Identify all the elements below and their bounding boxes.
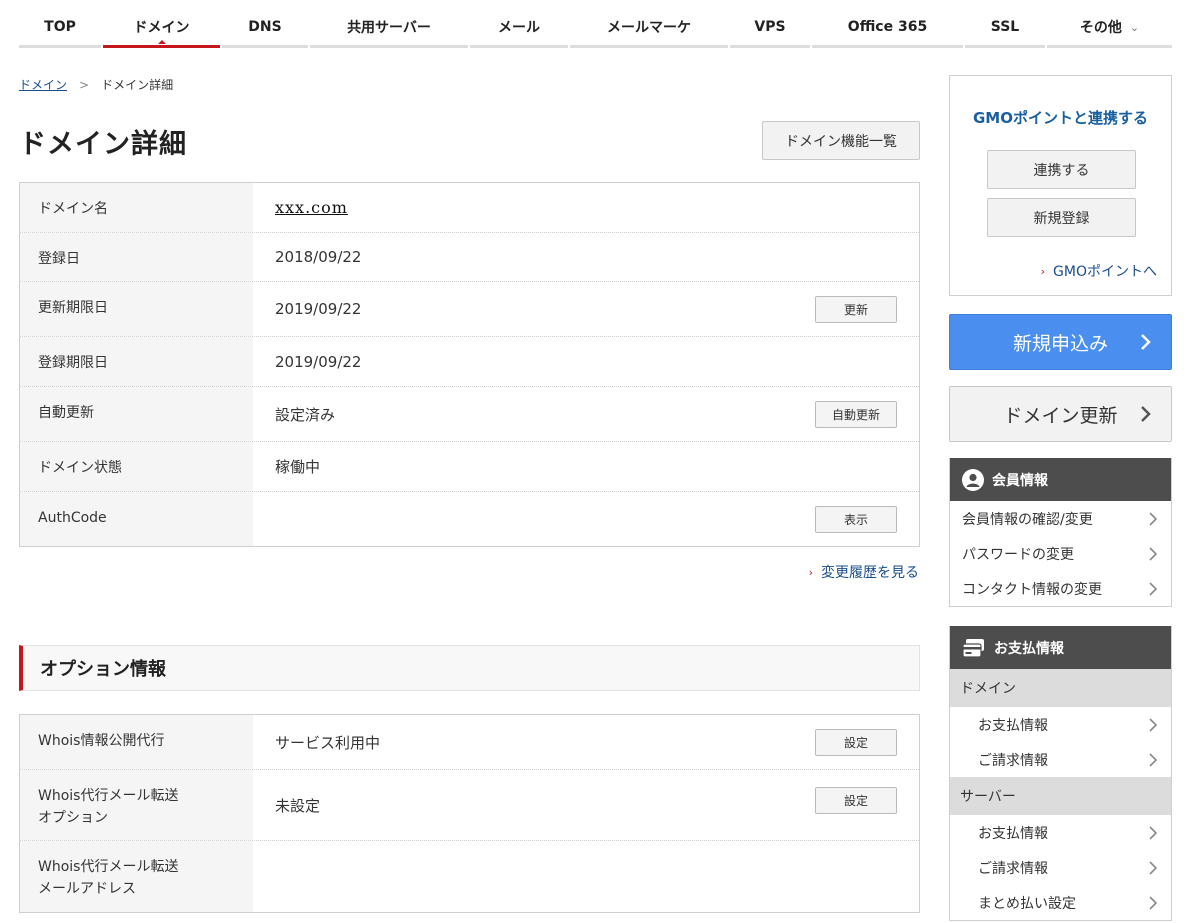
member-info-header: 会員情報 bbox=[950, 458, 1171, 501]
member-info-edit-link[interactable]: 会員情報の確認/変更 bbox=[950, 501, 1171, 536]
renew-button[interactable]: 更新 bbox=[815, 296, 897, 323]
table-row: AuthCode 表示 bbox=[20, 492, 919, 546]
chevron-right-icon bbox=[1149, 752, 1158, 767]
domain-payment-info-link[interactable]: お支払情報 bbox=[950, 707, 1171, 742]
gmo-point-box: GMOポイントと連携する 連携する 新規登録 › GMOポイントへ bbox=[949, 75, 1172, 296]
password-change-link[interactable]: パスワードの変更 bbox=[950, 536, 1171, 571]
row-label: Whois代行メール転送 オプション bbox=[20, 770, 253, 840]
chevron-right-icon bbox=[1149, 895, 1158, 910]
chevron-down-icon: ⌄ bbox=[1129, 20, 1140, 34]
change-history-link[interactable]: › 変更履歴を見る bbox=[809, 562, 919, 582]
chevron-right-icon: › bbox=[1040, 264, 1046, 278]
domain-billing-info-link[interactable]: ご請求情報 bbox=[950, 742, 1171, 777]
payment-group-server: サーバー bbox=[950, 777, 1171, 815]
tab-ssl[interactable]: SSL bbox=[965, 9, 1045, 48]
registration-deadline-value: 2019/09/22 bbox=[275, 352, 362, 371]
server-payment-info-link[interactable]: お支払情報 bbox=[950, 815, 1171, 850]
table-row: 更新期限日 2019/09/22 更新 bbox=[20, 282, 919, 337]
breadcrumb-current: ドメイン詳細 bbox=[101, 78, 174, 92]
row-label: ドメイン名 bbox=[20, 183, 253, 232]
row-label: Whois情報公開代行 bbox=[20, 715, 253, 769]
chevron-right-icon bbox=[1149, 860, 1158, 875]
row-label: 登録期限日 bbox=[20, 337, 253, 386]
show-authcode-button[interactable]: 表示 bbox=[815, 506, 897, 533]
row-label: ドメイン状態 bbox=[20, 442, 253, 491]
new-application-button[interactable]: 新規申込み bbox=[949, 314, 1172, 370]
chevron-right-icon bbox=[1149, 581, 1158, 596]
table-row: Whois代行メール転送 オプション 未設定 設定 bbox=[20, 770, 919, 841]
consolidated-payment-link[interactable]: まとめ払い設定 bbox=[950, 885, 1171, 920]
row-label: 登録日 bbox=[20, 233, 253, 281]
chevron-right-icon bbox=[1141, 334, 1151, 350]
tab-office365[interactable]: Office 365 bbox=[812, 9, 963, 48]
gmo-point-link[interactable]: › GMOポイントへ bbox=[1041, 261, 1157, 281]
breadcrumb-domain-link[interactable]: ドメイン bbox=[19, 76, 67, 93]
row-label: Whois代行メール転送 メールアドレス bbox=[20, 841, 253, 912]
option-section-title: オプション情報 bbox=[19, 645, 920, 691]
domain-renewal-button[interactable]: ドメイン更新 bbox=[949, 386, 1172, 442]
row-label: 更新期限日 bbox=[20, 282, 253, 336]
table-row: 自動更新 設定済み 自動更新 bbox=[20, 387, 919, 442]
page-title: ドメイン詳細 bbox=[19, 129, 187, 160]
tab-mail[interactable]: メール bbox=[470, 9, 568, 48]
table-row: 登録期限日 2019/09/22 bbox=[20, 337, 919, 387]
chevron-right-icon bbox=[1149, 717, 1158, 732]
tab-mail-marketing[interactable]: メールマーケ bbox=[570, 9, 728, 48]
tab-shared-server[interactable]: 共用サーバー bbox=[310, 9, 468, 48]
gmo-point-title: GMOポイントと連携する bbox=[973, 109, 1148, 127]
row-label: 自動更新 bbox=[20, 387, 253, 441]
table-row: ドメイン状態 稼働中 bbox=[20, 442, 919, 492]
payment-info-header: お支払情報 bbox=[950, 626, 1171, 669]
table-row: Whois代行メール転送 メールアドレス bbox=[20, 841, 919, 912]
credit-card-icon bbox=[962, 638, 984, 658]
mail-forward-settings-button[interactable]: 設定 bbox=[815, 787, 897, 814]
breadcrumb-separator: > bbox=[79, 77, 90, 92]
whois-proxy-value: サービス利用中 bbox=[275, 733, 381, 752]
gmo-register-button[interactable]: 新規登録 bbox=[987, 198, 1136, 237]
chevron-right-icon bbox=[1149, 546, 1158, 561]
domain-name-value: xxx.com bbox=[275, 198, 348, 217]
contact-info-change-link[interactable]: コンタクト情報の変更 bbox=[950, 571, 1171, 606]
auto-renew-value: 設定済み bbox=[275, 405, 336, 424]
table-row: Whois情報公開代行 サービス利用中 設定 bbox=[20, 715, 919, 770]
domain-detail-table: ドメイン名 xxx.com 登録日 2018/09/22 更新期限日 2019/… bbox=[19, 182, 920, 547]
breadcrumb: ドメイン > ドメイン詳細 bbox=[19, 76, 173, 93]
renewal-deadline-value: 2019/09/22 bbox=[275, 300, 362, 318]
tab-domain[interactable]: ドメイン bbox=[103, 9, 220, 48]
top-nav: TOP ドメイン DNS 共用サーバー メール メールマーケ VPS Offic… bbox=[19, 9, 1172, 48]
registration-date-value: 2018/09/22 bbox=[275, 248, 362, 266]
chevron-right-icon bbox=[1149, 511, 1158, 526]
tab-vps[interactable]: VPS bbox=[730, 9, 810, 48]
row-label: AuthCode bbox=[20, 492, 253, 546]
option-table: Whois情報公開代行 サービス利用中 設定 Whois代行メール転送 オプショ… bbox=[19, 714, 920, 913]
auto-renew-button[interactable]: 自動更新 bbox=[815, 401, 897, 428]
payment-info-panel: お支払情報 ドメイン お支払情報 ご請求情報 サーバー お支払情報 ご請求情報 … bbox=[949, 626, 1172, 921]
chevron-right-icon bbox=[1149, 825, 1158, 840]
table-row: ドメイン名 xxx.com bbox=[20, 183, 919, 233]
server-billing-info-link[interactable]: ご請求情報 bbox=[950, 850, 1171, 885]
domain-function-list-button[interactable]: ドメイン機能一覧 bbox=[762, 121, 920, 160]
user-icon bbox=[962, 468, 984, 491]
domain-status-value: 稼働中 bbox=[275, 458, 321, 476]
gmo-link-button[interactable]: 連携する bbox=[987, 150, 1136, 189]
chevron-right-icon bbox=[1141, 406, 1151, 422]
tab-other[interactable]: その他 ⌄ bbox=[1047, 9, 1172, 48]
tab-dns[interactable]: DNS bbox=[222, 9, 308, 48]
whois-proxy-settings-button[interactable]: 設定 bbox=[815, 729, 897, 756]
tab-top[interactable]: TOP bbox=[19, 9, 101, 48]
member-info-panel: 会員情報 会員情報の確認/変更 パスワードの変更 コンタクト情報の変更 bbox=[949, 458, 1172, 607]
table-row: 登録日 2018/09/22 bbox=[20, 233, 919, 282]
mail-forward-option-value: 未設定 bbox=[275, 797, 321, 815]
payment-group-domain: ドメイン bbox=[950, 669, 1171, 707]
chevron-right-icon: › bbox=[808, 565, 813, 579]
